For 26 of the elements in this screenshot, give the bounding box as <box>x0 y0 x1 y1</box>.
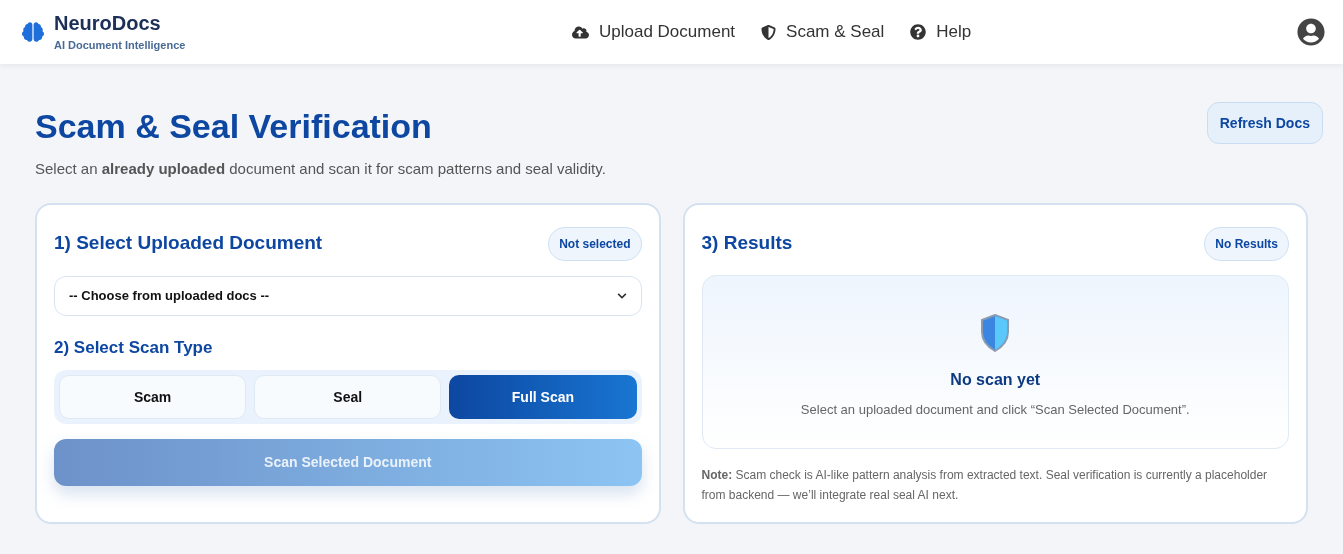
scan-type-option[interactable]: Scam <box>59 375 247 419</box>
shield-icon <box>761 24 777 40</box>
user-avatar-icon[interactable] <box>1297 18 1325 46</box>
panel-heading: 2) Select Scan Type <box>54 336 214 359</box>
help-icon <box>910 24 927 40</box>
page-subtitle: Select an already uploaded document and scan it for scam patterns and seal validity. <box>35 159 607 179</box>
note-text: Note: Scam check is AI-like pattern analysis from extracted text. Seal verification is currently a placeholder from backend — we’ll integrate real seal AI next. <box>701 466 1269 504</box>
empty-title: No scan yet <box>950 369 1041 390</box>
page-title: Scam & Seal Verification <box>35 106 432 147</box>
status-badge: No Results <box>1204 226 1289 261</box>
scan-type-option[interactable]: Seal <box>254 375 442 419</box>
brand-name: NeuroDocs <box>54 10 162 35</box>
chevron-icon <box>616 290 627 301</box>
shield-icon <box>980 313 1011 352</box>
scan-type-option[interactable]: Full Scan <box>449 375 637 419</box>
brain-icon <box>22 21 44 43</box>
nav-link[interactable]: Upload Document <box>572 19 736 45</box>
status-badge: Not selected <box>548 226 642 261</box>
brand-tagline: AI Document Intelligence <box>54 37 186 53</box>
panel-heading: 3) Results <box>701 231 793 256</box>
panel-heading: 1) Select Uploaded Document <box>54 231 323 256</box>
document-dropdown[interactable]: -- Choose from uploaded docs -- <box>54 275 642 316</box>
nav-link[interactable]: Help <box>910 19 972 45</box>
empty-text: Select an uploaded document and click “Scan Selected Document”. <box>800 400 1190 419</box>
refresh-button[interactable]: Refresh Docs <box>1206 102 1323 144</box>
nav-link[interactable]: Scam & Seal <box>761 19 885 45</box>
